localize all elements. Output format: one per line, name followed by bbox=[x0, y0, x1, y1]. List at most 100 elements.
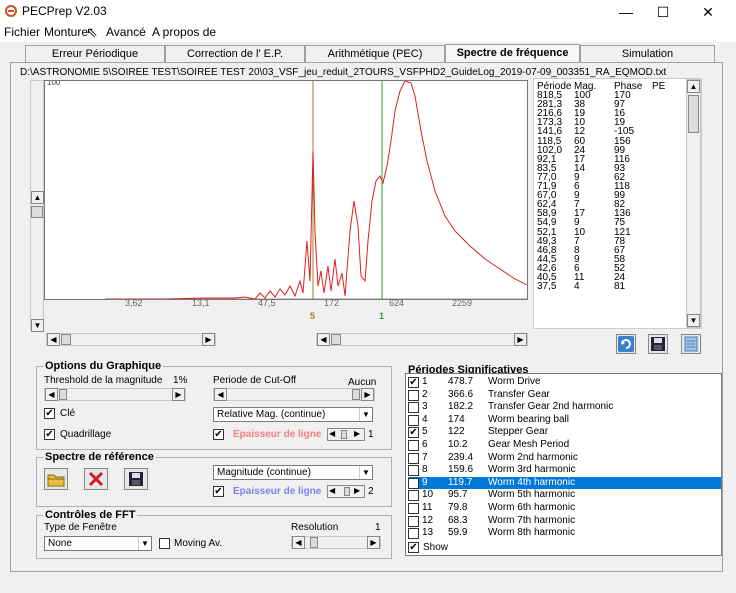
period-row[interactable]: 10 95.7 Worm 5th harmonic bbox=[408, 489, 721, 502]
period-checkbox[interactable] bbox=[408, 490, 419, 502]
period-row[interactable]: 7 239.4 Worm 2nd harmonic bbox=[408, 452, 721, 465]
cle-checkbox[interactable]: ✔ bbox=[44, 408, 55, 419]
scroll-up-icon[interactable]: ▲ bbox=[31, 191, 44, 204]
save-reference-button[interactable] bbox=[124, 468, 148, 490]
period-checkbox[interactable] bbox=[408, 389, 419, 401]
period-row[interactable]: 12 68.3 Worm 7th harmonic bbox=[408, 515, 721, 528]
scroll-right-icon[interactable]: ▶ bbox=[172, 388, 185, 401]
period-row[interactable]: 11 79.8 Worm 6th harmonic bbox=[408, 502, 721, 515]
epaisseur-value: 1 bbox=[368, 429, 374, 440]
mag-select[interactable]: Relative Mag. (continue) ▼ bbox=[213, 407, 373, 422]
spectre-epaisseur-checkbox[interactable]: ✔ bbox=[213, 486, 224, 497]
notes-button[interactable] bbox=[681, 334, 701, 354]
delete-button[interactable] bbox=[84, 468, 108, 490]
scroll-left-icon[interactable]: ◀ bbox=[214, 388, 227, 401]
scroll-right-icon[interactable]: ▶ bbox=[514, 333, 527, 346]
period-row[interactable]: 8 159.6 Worm 3rd harmonic bbox=[408, 464, 721, 477]
minimize-button[interactable]: — bbox=[611, 3, 641, 21]
scroll-left-icon[interactable]: ◀ bbox=[292, 536, 305, 549]
tab-erreur-periodique[interactable]: Erreur Périodique bbox=[25, 45, 165, 63]
period-row[interactable]: ✔ 1 478.7 Worm Drive bbox=[408, 376, 721, 389]
col-periode: Période 818,5 281,3 216,6 173,3 141,6 118,5 10… bbox=[537, 81, 571, 291]
scroll-thumb[interactable] bbox=[331, 334, 341, 345]
graph-hscroll-left[interactable]: ◀ ▶ bbox=[46, 333, 216, 346]
scroll-up-icon[interactable]: ▲ bbox=[687, 80, 700, 93]
slider-thumb[interactable] bbox=[352, 389, 360, 400]
graph-hscroll-right[interactable]: ◀ ▶ bbox=[316, 333, 528, 346]
menu-avance[interactable]: Avancé bbox=[106, 25, 146, 39]
period-row[interactable]: 6 10.2 Gear Mesh Period bbox=[408, 439, 721, 452]
period-name: Worm 3rd harmonic bbox=[488, 464, 576, 476]
slider-thumb[interactable] bbox=[59, 389, 67, 400]
period-row[interactable]: ✔ 5 122 Stepper Gear bbox=[408, 426, 721, 439]
save-button[interactable] bbox=[648, 334, 668, 354]
window-type-select[interactable]: None ▼ bbox=[44, 536, 152, 551]
show-checkbox[interactable]: ✔ bbox=[408, 542, 419, 553]
scroll-down-icon[interactable]: ▼ bbox=[687, 314, 700, 327]
threshold-slider[interactable]: ◀ ▶ bbox=[44, 388, 186, 401]
period-checkbox[interactable]: ✔ bbox=[408, 427, 419, 439]
epaisseur-checkbox[interactable]: ✔ bbox=[213, 429, 224, 440]
menu-a-propos[interactable]: A propos de bbox=[152, 25, 216, 39]
scroll-left-icon[interactable]: ◀ bbox=[45, 388, 58, 401]
maximize-button[interactable]: ☐ bbox=[648, 3, 678, 21]
scroll-right-icon[interactable]: ▶ bbox=[354, 486, 360, 495]
period-row[interactable]: 4 174 Worm bearing ball bbox=[408, 414, 721, 427]
slider-thumb[interactable] bbox=[344, 487, 350, 496]
period-checkbox[interactable] bbox=[408, 440, 419, 451]
resolution-slider[interactable]: ◀ ▶ bbox=[291, 536, 381, 549]
spectrum-graph[interactable]: 100 3,62 bbox=[44, 80, 528, 300]
period-row[interactable]: 9 119.7 Worm 4th harmonic bbox=[408, 476, 721, 490]
scroll-thumb[interactable] bbox=[31, 206, 43, 218]
period-checkbox[interactable]: ✔ bbox=[408, 377, 419, 388]
scroll-thumb[interactable] bbox=[688, 95, 699, 133]
spectre-epaisseur-slider[interactable]: ◀ ▶ bbox=[327, 485, 365, 498]
period-checkbox[interactable] bbox=[408, 452, 419, 464]
period-row[interactable]: 3 182.2 Transfer Gear 2nd harmonic bbox=[408, 401, 721, 414]
menu-fichier[interactable]: Fichier bbox=[4, 25, 40, 39]
moving-av-checkbox[interactable] bbox=[159, 538, 170, 549]
period-checkbox[interactable] bbox=[408, 414, 419, 426]
slider-thumb[interactable] bbox=[310, 537, 318, 548]
period-checkbox[interactable] bbox=[408, 465, 419, 477]
menu-monture[interactable]: Monture bbox=[44, 25, 88, 39]
period-checkbox[interactable] bbox=[408, 503, 419, 514]
cutoff-slider[interactable]: ◀ ▶ bbox=[213, 388, 375, 401]
period-row[interactable]: 2 366.6 Transfer Gear bbox=[408, 389, 721, 402]
slider-thumb[interactable] bbox=[341, 430, 347, 439]
tab-correction[interactable]: Correction de l' E.P. bbox=[165, 45, 305, 63]
table-scrollbar[interactable]: ▲ ▼ bbox=[686, 79, 701, 328]
scroll-left-icon[interactable]: ◀ bbox=[329, 486, 335, 495]
period-value: 119.7 bbox=[448, 476, 473, 488]
resolution-value: 1 bbox=[375, 522, 381, 533]
period-checkbox[interactable] bbox=[408, 528, 419, 540]
spectre-mag-select[interactable]: Magnitude (continue) ▼ bbox=[213, 465, 373, 480]
delete-icon bbox=[88, 471, 104, 487]
scroll-right-icon[interactable]: ▶ bbox=[202, 333, 215, 346]
scroll-right-icon[interactable]: ▶ bbox=[361, 388, 374, 401]
refresh-button[interactable] bbox=[616, 334, 636, 354]
close-button[interactable]: ✕ bbox=[693, 3, 723, 21]
scroll-down-icon[interactable]: ▼ bbox=[31, 319, 44, 332]
scroll-left-icon[interactable]: ◀ bbox=[329, 429, 335, 438]
period-checkbox[interactable] bbox=[408, 515, 419, 527]
tab-arithmetique[interactable]: Arithmétique (PEC) bbox=[305, 45, 445, 63]
open-folder-button[interactable] bbox=[44, 468, 68, 490]
tab-spectre[interactable]: Spectre de fréquence bbox=[445, 44, 580, 64]
graph-vertical-scrollbar[interactable]: ▲ ▼ bbox=[30, 80, 44, 332]
scroll-left-icon[interactable]: ◀ bbox=[47, 333, 60, 346]
period-row[interactable]: 13 59.9 Worm 8th harmonic bbox=[408, 527, 721, 540]
tab-simulation[interactable]: Simulation bbox=[580, 45, 715, 63]
scroll-thumb[interactable] bbox=[61, 334, 71, 345]
epaisseur-slider[interactable]: ◀ ▶ bbox=[327, 428, 365, 441]
scroll-right-icon[interactable]: ▶ bbox=[367, 536, 380, 549]
scroll-left-icon[interactable]: ◀ bbox=[317, 333, 330, 346]
period-checkbox[interactable] bbox=[408, 477, 419, 489]
scroll-right-icon[interactable]: ▶ bbox=[354, 429, 360, 438]
period-checkbox[interactable] bbox=[408, 402, 419, 414]
periods-list[interactable]: ✔ 1 478.7 Worm Drive 2 366.6 Transfer Gear 3 182… bbox=[405, 373, 722, 556]
epaisseur-label: Epaisseur de ligne bbox=[233, 429, 322, 440]
quadrillage-checkbox[interactable]: ✔ bbox=[44, 429, 55, 440]
frequency-table[interactable]: Période 818,5 281,3 216,6 173,3 141,6 118,5 10… bbox=[533, 78, 702, 329]
spectrum-line bbox=[105, 81, 527, 299]
